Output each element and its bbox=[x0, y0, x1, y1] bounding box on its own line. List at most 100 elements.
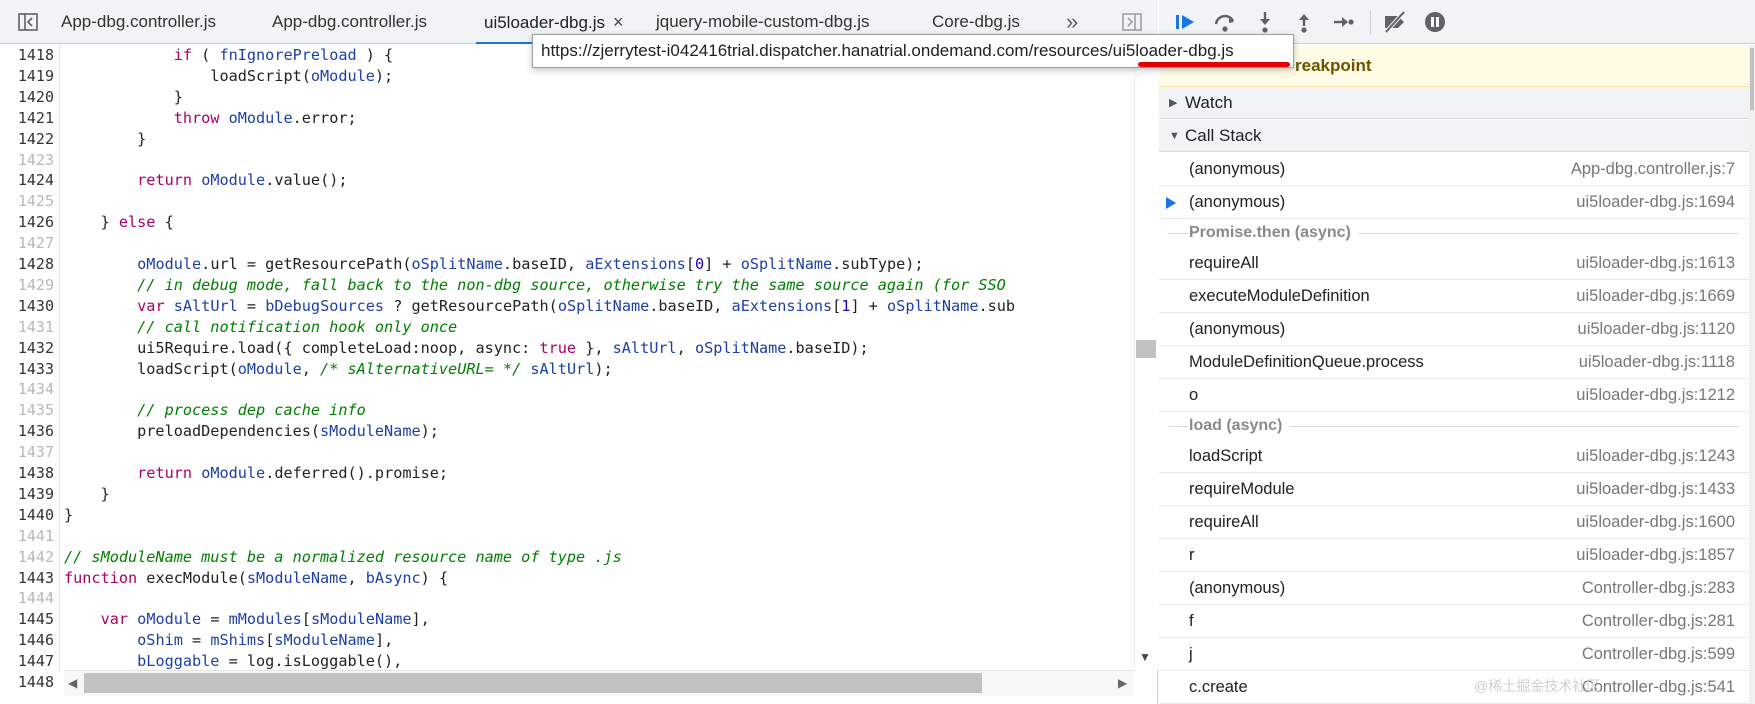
scroll-left-arrow-icon[interactable]: ◀ bbox=[68, 676, 77, 690]
call-frame[interactable]: requireAll ui5loader-dbg.js:1613 bbox=[1159, 247, 1749, 280]
line-number[interactable]: 1441 bbox=[0, 527, 54, 545]
call-frame[interactable]: (anonymous) ui5loader-dbg.js:1120 bbox=[1159, 313, 1749, 346]
line-number[interactable]: 1443 bbox=[0, 569, 54, 587]
scroll-right-arrow-icon[interactable]: ▶ bbox=[1118, 676, 1127, 690]
call-frame-location[interactable]: ui5loader-dbg.js:1669 bbox=[1576, 280, 1735, 312]
call-frame[interactable]: (anonymous) App-dbg.controller.js:7 bbox=[1159, 153, 1749, 186]
call-frame-location[interactable]: ui5loader-dbg.js:1120 bbox=[1578, 313, 1735, 345]
step-into-icon[interactable] bbox=[1251, 8, 1279, 36]
line-number[interactable]: 1429 bbox=[0, 276, 54, 294]
call-frame-location[interactable]: ui5loader-dbg.js:1694 bbox=[1576, 186, 1735, 218]
line-number[interactable]: 1431 bbox=[0, 318, 54, 336]
call-frame-function: (anonymous) bbox=[1189, 579, 1286, 597]
call-frame-location[interactable]: ui5loader-dbg.js:1118 bbox=[1579, 346, 1735, 378]
call-frame[interactable]: r ui5loader-dbg.js:1857 bbox=[1159, 539, 1749, 572]
call-frame-location[interactable]: ui5loader-dbg.js:1600 bbox=[1576, 506, 1735, 538]
call-frame-location[interactable]: Controller-dbg.js:541 bbox=[1582, 671, 1735, 703]
line-number[interactable]: 1446 bbox=[0, 631, 54, 649]
code-line: // in debug mode, fall back to the non-d… bbox=[137, 275, 1006, 294]
line-number[interactable]: 1418 bbox=[0, 46, 54, 64]
resume-icon[interactable] bbox=[1171, 8, 1199, 36]
code-line: return oModule.value(); bbox=[137, 171, 348, 190]
line-number[interactable]: 1433 bbox=[0, 360, 54, 378]
call-frame-location[interactable]: ui5loader-dbg.js:1613 bbox=[1576, 247, 1735, 279]
pause-on-exceptions-icon[interactable] bbox=[1421, 8, 1449, 36]
line-number[interactable]: 1422 bbox=[0, 130, 54, 148]
call-frame-location[interactable]: Controller-dbg.js:281 bbox=[1582, 605, 1735, 637]
line-number[interactable]: 1419 bbox=[0, 67, 54, 85]
call-frame-location[interactable]: ui5loader-dbg.js:1243 bbox=[1576, 440, 1735, 472]
code-line: throw oModule.error; bbox=[173, 108, 357, 127]
call-frame[interactable]: executeModuleDefinition ui5loader-dbg.js:… bbox=[1159, 280, 1749, 313]
line-number[interactable]: 1423 bbox=[0, 151, 54, 169]
call-frame-function: requireModule bbox=[1189, 480, 1295, 498]
watch-section-title: Watch bbox=[1185, 93, 1233, 112]
call-frame-location[interactable]: ui5loader-dbg.js:1433 bbox=[1576, 473, 1735, 505]
code-line: loadScript(oModule, /* sAlternativeURL= … bbox=[64, 359, 613, 378]
source-editor-pane: App-dbg.controller.js App-dbg.controller… bbox=[0, 0, 1158, 704]
call-frame-function: loadScript bbox=[1189, 447, 1263, 465]
call-frame[interactable]: requireModule ui5loader-dbg.js:1433 bbox=[1159, 473, 1749, 506]
line-number[interactable]: 1447 bbox=[0, 652, 54, 670]
step-over-icon[interactable] bbox=[1211, 8, 1239, 36]
step-out-icon[interactable] bbox=[1290, 8, 1318, 36]
step-icon[interactable] bbox=[1329, 8, 1357, 36]
call-frame[interactable]: f Controller-dbg.js:281 bbox=[1159, 605, 1749, 638]
toggle-navigator-icon[interactable] bbox=[16, 10, 40, 34]
call-frame-location[interactable]: ui5loader-dbg.js:1857 bbox=[1576, 539, 1735, 571]
tab-app-controller-1[interactable]: App-dbg.controller.js bbox=[61, 0, 216, 44]
scroll-down-arrow-icon[interactable]: ▼ bbox=[1139, 650, 1151, 664]
horizontal-scrollbar-thumb[interactable] bbox=[84, 673, 982, 693]
line-number[interactable]: 1438 bbox=[0, 464, 54, 482]
line-number[interactable]: 1442 bbox=[0, 548, 54, 566]
code-line: } bbox=[64, 505, 74, 524]
sidebar-scrollbar[interactable] bbox=[1749, 45, 1755, 704]
line-number[interactable]: 1426 bbox=[0, 213, 54, 231]
close-tab-icon[interactable]: × bbox=[613, 12, 624, 32]
line-number[interactable]: 1424 bbox=[0, 171, 54, 189]
line-number[interactable]: 1421 bbox=[0, 109, 54, 127]
line-number-gutter[interactable]: 1418 1419 1420 1421 1422 1423 1424 1425 1426 1427… bbox=[0, 44, 60, 691]
call-frame[interactable]: j Controller-dbg.js:599 bbox=[1159, 638, 1749, 671]
line-number[interactable]: 1428 bbox=[0, 255, 54, 273]
call-frame[interactable]: ModuleDefinitionQueue.process ui5loader-d… bbox=[1159, 346, 1749, 379]
call-frame-location[interactable]: ui5loader-dbg.js:1212 bbox=[1576, 379, 1735, 411]
line-number[interactable]: 1440 bbox=[0, 506, 54, 524]
vertical-scrollbar-thumb[interactable] bbox=[1136, 340, 1156, 358]
call-frame[interactable]: loadScript ui5loader-dbg.js:1243 bbox=[1159, 440, 1749, 473]
line-number[interactable]: 1445 bbox=[0, 610, 54, 628]
line-number[interactable]: 1425 bbox=[0, 192, 54, 210]
code-line: var sAltUrl = bDebugSources ? getResourc… bbox=[137, 296, 1016, 315]
line-number[interactable]: 1432 bbox=[0, 339, 54, 357]
code-line: var oModule = mModules[sModuleName], bbox=[100, 610, 430, 629]
line-number[interactable]: 1435 bbox=[0, 401, 54, 419]
line-number[interactable]: 1427 bbox=[0, 234, 54, 252]
call-stack-section-header[interactable]: ▼ Call Stack bbox=[1159, 120, 1749, 152]
call-frame[interactable]: (anonymous) ui5loader-dbg.js:1694 bbox=[1159, 186, 1749, 219]
line-number[interactable]: 1448 bbox=[0, 673, 54, 691]
toolbar-divider bbox=[1370, 10, 1371, 34]
call-frame[interactable]: requireAll ui5loader-dbg.js:1600 bbox=[1159, 506, 1749, 539]
code-line: return oModule.deferred().promise; bbox=[137, 464, 449, 482]
line-number[interactable]: 1439 bbox=[0, 485, 54, 503]
call-frame[interactable]: (anonymous) Controller-dbg.js:283 bbox=[1159, 572, 1749, 605]
line-number[interactable]: 1430 bbox=[0, 297, 54, 315]
call-frame-location[interactable]: App-dbg.controller.js:7 bbox=[1571, 153, 1735, 185]
watch-section-header[interactable]: ▶ Watch bbox=[1159, 87, 1749, 119]
call-frame-location[interactable]: Controller-dbg.js:283 bbox=[1582, 572, 1735, 604]
code-line: function execModule(sModuleName, bAsync)… bbox=[64, 568, 449, 587]
call-frame[interactable]: o ui5loader-dbg.js:1212 bbox=[1159, 379, 1749, 412]
line-number[interactable]: 1420 bbox=[0, 88, 54, 106]
call-frame[interactable]: c.create Controller-dbg.js:541 bbox=[1159, 671, 1749, 704]
line-number[interactable]: 1444 bbox=[0, 589, 54, 607]
call-frame-function: (anonymous) bbox=[1189, 193, 1286, 211]
line-number[interactable]: 1436 bbox=[0, 422, 54, 440]
line-number[interactable]: 1437 bbox=[0, 443, 54, 461]
sidebar-scrollbar-thumb[interactable] bbox=[1750, 48, 1754, 110]
call-frame-location[interactable]: Controller-dbg.js:599 bbox=[1582, 638, 1735, 670]
line-number[interactable]: 1434 bbox=[0, 380, 54, 398]
code-view[interactable]: if ( fnIgnorePreload ) { loadScript(oMod… bbox=[64, 44, 1134, 670]
toggle-debugger-icon[interactable] bbox=[1120, 10, 1144, 34]
tab-app-controller-2[interactable]: App-dbg.controller.js bbox=[272, 0, 427, 44]
deactivate-breakpoints-icon[interactable] bbox=[1381, 8, 1409, 36]
